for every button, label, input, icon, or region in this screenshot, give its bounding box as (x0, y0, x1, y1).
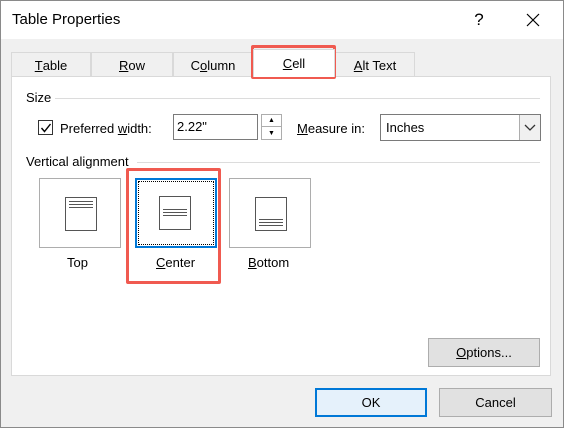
tab-cell-key: C (282, 56, 293, 71)
tab-row-key: R (118, 57, 129, 73)
width-spinner[interactable]: ▲ ▼ (261, 114, 282, 140)
valign-bottom-button[interactable] (229, 178, 311, 248)
align-bottom-icon (255, 197, 287, 231)
valign-bottom-label-rest: ottom (256, 255, 290, 270)
valign-bottom-label: Bottom (248, 255, 289, 270)
align-top-icon (65, 197, 97, 231)
close-icon (526, 13, 540, 27)
preferred-width-label-key: w (117, 121, 128, 136)
spin-up-icon[interactable]: ▲ (262, 115, 281, 127)
preferred-width-input[interactable]: 2.22" (173, 114, 258, 140)
valign-top-label-rest: op (73, 255, 88, 270)
preferred-width-checkbox[interactable] (38, 120, 53, 135)
valign-group-divider (137, 162, 540, 163)
preferred-width-label-post: idth: (127, 121, 152, 136)
valign-center-label-key: C (156, 255, 166, 270)
preferred-width-label: Preferred width: (60, 121, 152, 136)
tab-column-pre: C (190, 57, 200, 73)
measure-in-select[interactable]: Inches (380, 114, 541, 141)
title-bar: Table Properties ? (1, 1, 563, 39)
tab-row-rest: ow (128, 57, 145, 73)
measure-in-label-post: easure in: (307, 121, 365, 136)
cancel-button[interactable]: Cancel (439, 388, 552, 417)
spin-down-icon[interactable]: ▼ (262, 127, 281, 139)
tab-alt-text[interactable]: Alt Text (335, 52, 415, 77)
valign-top-button[interactable] (39, 178, 121, 248)
tab-table-rest: able (42, 57, 68, 73)
tab-table[interactable]: Table (11, 52, 91, 77)
measure-in-value: Inches (386, 120, 425, 135)
options-button-key: O (456, 345, 467, 360)
tab-column-rest: lumn (207, 57, 236, 73)
measure-in-label: Measure in: (297, 121, 365, 136)
close-button[interactable] (513, 4, 553, 36)
dialog-title: Table Properties (12, 11, 121, 28)
valign-center-button[interactable] (135, 178, 217, 248)
checkmark-icon (40, 123, 52, 133)
tab-cell-rest: ell (292, 56, 306, 71)
valign-center-label-rest: enter (165, 255, 196, 270)
size-group-divider (52, 98, 540, 99)
align-center-icon (159, 196, 191, 230)
tab-alt-text-key: A (353, 57, 363, 73)
tab-strip: Table Row Co lumn Cell Alt Text (11, 49, 551, 77)
tab-column[interactable]: Co lumn (173, 52, 253, 77)
valign-group-label: Vertical alignment (26, 154, 133, 169)
tab-row[interactable]: Row (91, 52, 173, 77)
options-button[interactable]: Options... (428, 338, 540, 367)
valign-center-label: Center (156, 255, 195, 270)
table-properties-dialog: Table Properties ? Table Row Co lumn Cell… (0, 0, 564, 428)
tab-alt-text-rest: lt Text (362, 57, 397, 73)
tab-column-key: o (199, 57, 208, 73)
valign-bottom-label-key: B (248, 255, 257, 270)
ok-button[interactable]: OK (315, 388, 427, 417)
help-button[interactable]: ? (461, 4, 497, 36)
valign-top-label: Top (67, 255, 88, 270)
chevron-down-icon[interactable] (519, 115, 540, 140)
cell-tab-panel: Size Preferred width: 2.22" ▲ ▼ Measure … (11, 76, 551, 376)
measure-in-label-key: M (297, 121, 308, 136)
preferred-width-label-pre: Preferred (60, 121, 118, 136)
tab-cell[interactable]: Cell (253, 49, 335, 77)
options-button-rest: ptions... (466, 345, 512, 360)
size-group-label: Size (26, 90, 56, 105)
tab-table-key: T (34, 57, 43, 73)
